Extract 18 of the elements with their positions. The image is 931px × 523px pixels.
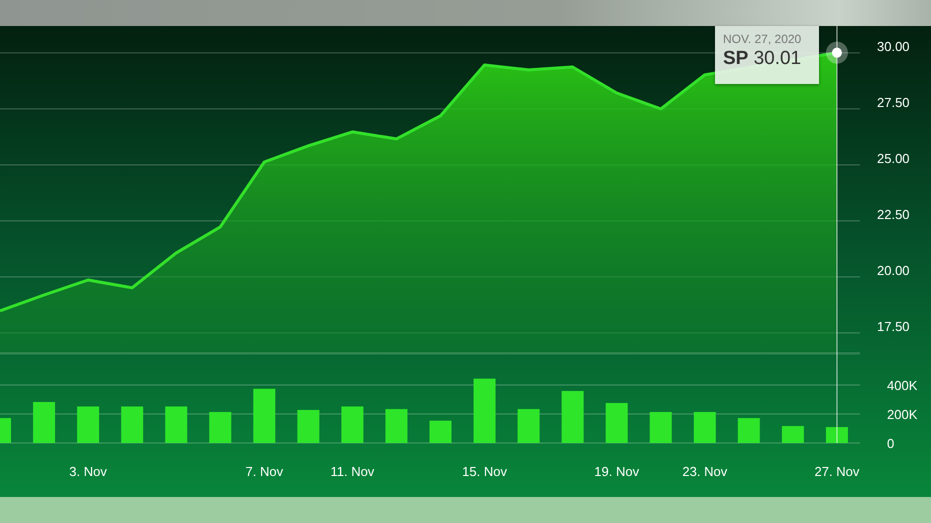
tooltip-value: SP 30.01 [722, 48, 802, 70]
axis-label: 22.50 [877, 206, 910, 222]
axis-label: 200K [887, 407, 918, 422]
tooltip-date: NOV. 27, 2020 [722, 32, 802, 46]
axis-label: 25.00 [877, 150, 910, 166]
axis-label: 23. Nov [682, 464, 728, 479]
axis-label: 30.00 [877, 38, 910, 54]
axis-label: 7. Nov [246, 464, 284, 479]
axis-label: 27.50 [877, 94, 910, 110]
axis-label: 15. Nov [462, 464, 507, 479]
axis-label: 20.00 [877, 262, 910, 278]
axis-label: 27. Nov [814, 464, 860, 479]
axis-label: 0 [887, 436, 894, 451]
axis-label: 11. Nov [330, 464, 374, 479]
axis-label: 3. Nov [69, 464, 107, 479]
axis-label: 400K [887, 378, 918, 394]
axis-label: 19. Nov [594, 464, 640, 479]
axis-label: 17.50 [877, 318, 910, 334]
